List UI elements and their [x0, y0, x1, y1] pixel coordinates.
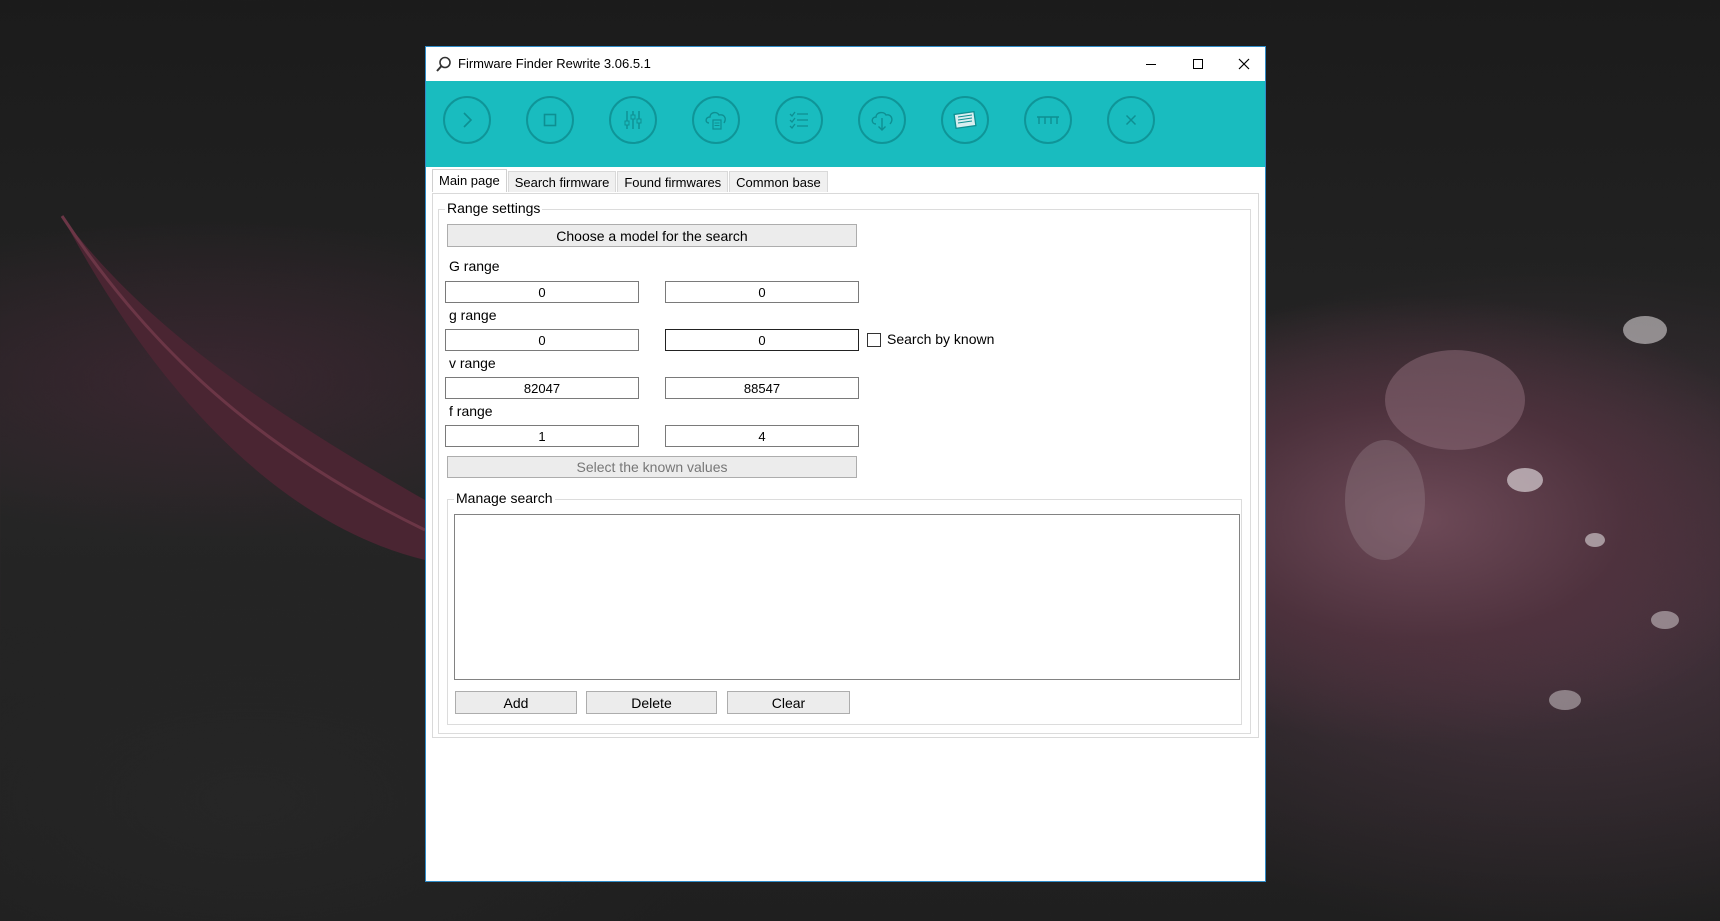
f-range-from-input[interactable]	[445, 425, 639, 447]
search-by-known-label[interactable]: Search by known	[887, 331, 994, 347]
settings-button[interactable]	[609, 96, 657, 144]
app-window: Firmware Finder Rewrite 3.06.5.1 Main pa…	[425, 46, 1266, 882]
tab-search-firmware[interactable]: Search firmware	[507, 171, 617, 192]
start-button[interactable]	[443, 96, 491, 144]
tab-common-base[interactable]: Common base	[729, 171, 828, 192]
delete-button[interactable]: Delete	[586, 691, 717, 714]
search-by-known-checkbox[interactable]	[867, 333, 881, 347]
cloud-query-button[interactable]	[692, 96, 740, 144]
news-button[interactable]	[941, 96, 989, 144]
select-known-values-button[interactable]: Select the known values	[447, 456, 857, 478]
f-range-to-input[interactable]	[665, 425, 859, 447]
stop-button[interactable]	[526, 96, 574, 144]
main-page-panel: Range settings Choose a model for the se…	[432, 193, 1259, 738]
download-button[interactable]	[858, 96, 906, 144]
manage-search-group: Manage search Add Delete Clear	[447, 490, 1242, 725]
v-range-from-input[interactable]	[445, 377, 639, 399]
background-droplets	[1345, 316, 1679, 710]
tab-found-firmwares[interactable]: Found firmwares	[617, 171, 729, 192]
g-upper-range-label: G range	[449, 258, 500, 274]
checklist-icon	[789, 111, 808, 129]
v-range-label: v range	[449, 355, 496, 371]
maximize-icon	[1193, 59, 1203, 69]
ruler-icon	[1037, 116, 1059, 124]
magnifier-app-icon	[435, 55, 453, 73]
close-icon	[1238, 58, 1250, 70]
settings-sliders-icon	[624, 111, 642, 129]
cloud-document-icon	[705, 111, 726, 130]
maximize-button[interactable]	[1175, 47, 1221, 81]
checklist-button[interactable]	[775, 96, 823, 144]
background-leaf-left	[60, 215, 426, 560]
stop-icon	[543, 113, 557, 127]
title-bar: Firmware Finder Rewrite 3.06.5.1	[426, 47, 1265, 81]
close-x-icon	[1125, 114, 1137, 126]
g-lower-range-to-input[interactable]	[665, 329, 859, 351]
search-list-box[interactable]	[454, 514, 1240, 680]
range-settings-group: Range settings Choose a model for the se…	[438, 200, 1251, 734]
news-icon	[953, 110, 977, 130]
toolbar	[426, 81, 1265, 167]
clear-button[interactable]: Clear	[727, 691, 850, 714]
cloud-download-icon	[871, 111, 893, 131]
manage-search-label: Manage search	[454, 490, 555, 506]
minimize-icon	[1146, 64, 1156, 65]
ruler-button[interactable]	[1024, 96, 1072, 144]
choose-model-button[interactable]: Choose a model for the search	[447, 224, 857, 247]
g-upper-range-from-input[interactable]	[445, 281, 639, 303]
g-lower-range-from-input[interactable]	[445, 329, 639, 351]
range-settings-label: Range settings	[445, 200, 543, 216]
window-title: Firmware Finder Rewrite 3.06.5.1	[458, 56, 651, 71]
g-upper-range-to-input[interactable]	[665, 281, 859, 303]
tab-strip: Main page Search firmware Found firmware…	[432, 169, 829, 192]
close-window-button[interactable]	[1221, 47, 1267, 81]
chevron-right-icon	[463, 112, 473, 128]
add-button[interactable]: Add	[455, 691, 577, 714]
minimize-button[interactable]	[1128, 47, 1174, 81]
v-range-to-input[interactable]	[665, 377, 859, 399]
tab-main-page[interactable]: Main page	[432, 169, 507, 192]
exit-button[interactable]	[1107, 96, 1155, 144]
g-lower-range-label: g range	[449, 307, 497, 323]
f-range-label: f range	[449, 403, 493, 419]
